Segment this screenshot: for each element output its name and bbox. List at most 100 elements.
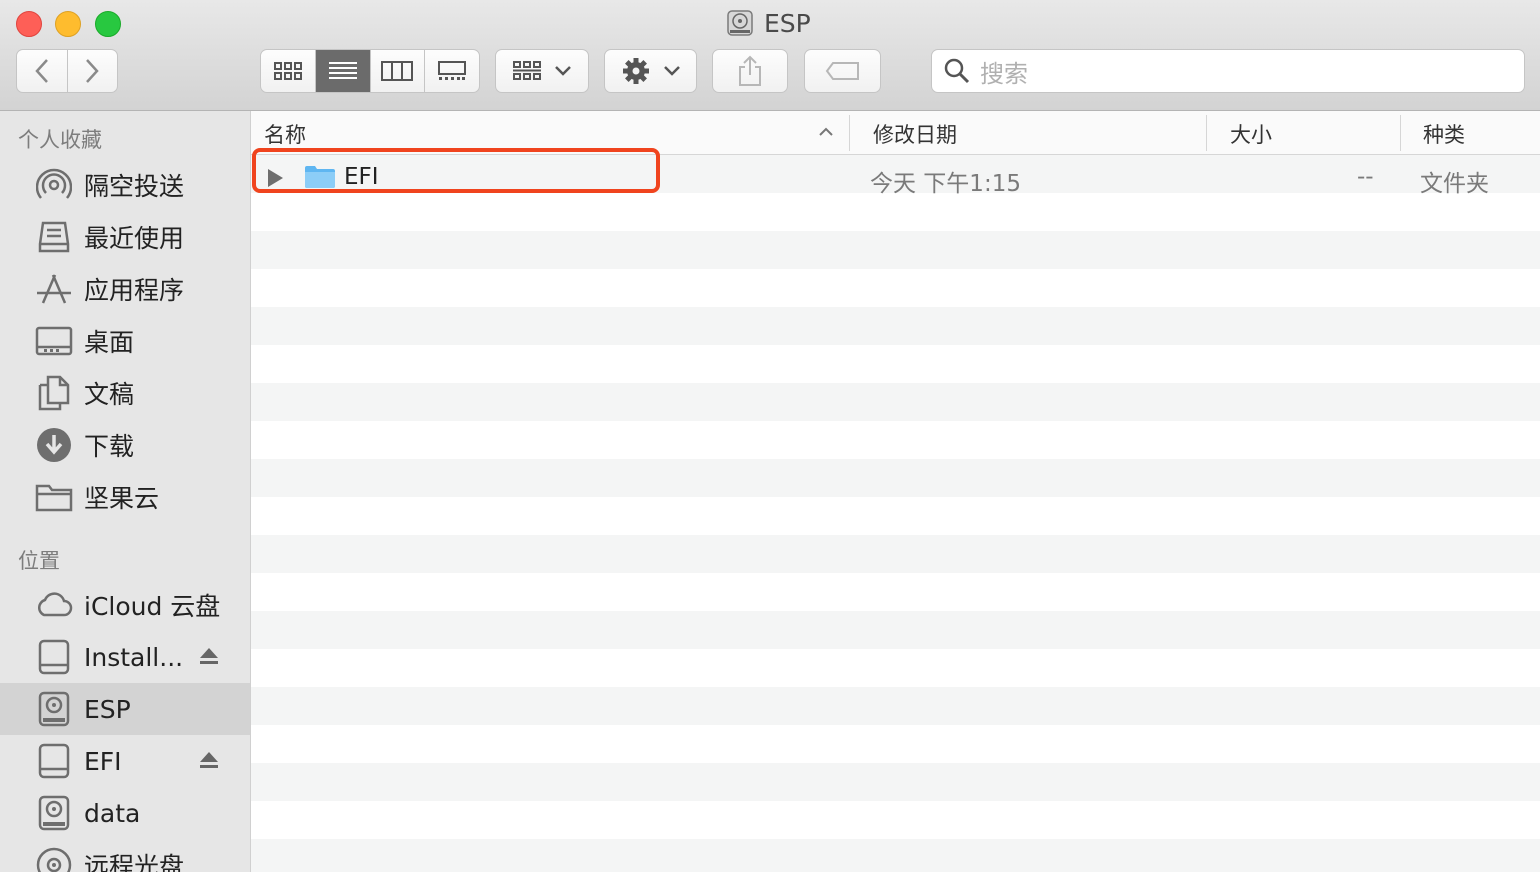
sidebar-item-label: 下载 — [84, 432, 135, 461]
chevron-down-icon — [663, 66, 680, 76]
sidebar-item-label: 坚果云 — [84, 484, 160, 513]
column-header: 名称 修改日期 大小 种类 — [251, 111, 1540, 155]
action-menu-button[interactable] — [604, 49, 697, 93]
gallery-view-button[interactable] — [425, 50, 479, 92]
sidebar-item-remote-disc[interactable]: 远程光盘 — [0, 839, 250, 872]
external-disk-icon — [35, 743, 73, 779]
file-name: EFI — [344, 164, 379, 190]
sidebar-item-efi[interactable]: EFI — [0, 735, 250, 787]
internal-disk-icon — [727, 10, 753, 36]
sidebar-item-label: iCloud 云盘 — [84, 592, 221, 621]
sidebar-item-label: 应用程序 — [84, 276, 185, 305]
column-date-header[interactable]: 修改日期 — [873, 119, 957, 149]
row-stripe — [251, 421, 1540, 459]
sidebar-item-downloads[interactable]: 下载 — [0, 419, 250, 471]
column-divider[interactable] — [849, 115, 850, 151]
list-icon — [328, 62, 357, 79]
sidebar-item-airdrop[interactable]: 隔空投送 — [0, 159, 250, 211]
sidebar-item-esp[interactable]: ESP — [0, 683, 250, 735]
search-field[interactable]: 搜索 — [931, 49, 1525, 93]
column-divider[interactable] — [1206, 115, 1207, 151]
folder-icon — [35, 479, 73, 515]
column-kind-header[interactable]: 种类 — [1423, 119, 1465, 149]
sidebar-item-label: 文稿 — [84, 380, 135, 409]
desktop-icon — [35, 323, 73, 359]
columns-icon — [381, 61, 414, 81]
icon-view-button[interactable] — [261, 50, 316, 92]
view-mode-selector — [260, 49, 480, 93]
chevron-left-icon — [35, 59, 48, 83]
sidebar-item-label: Install... — [84, 642, 184, 672]
sidebar-item-label: ESP — [84, 694, 131, 724]
sidebar-locations-heading: 位置 — [18, 549, 60, 573]
sidebar-item-icloud[interactable]: iCloud 云盘 — [0, 579, 250, 631]
chevron-up-icon[interactable] — [818, 126, 834, 137]
grid-icon — [273, 62, 302, 80]
row-stripe — [251, 839, 1540, 872]
navigation-buttons — [16, 49, 118, 93]
row-stripe — [251, 231, 1540, 269]
recents-icon — [35, 219, 73, 255]
airdrop-icon — [35, 167, 73, 203]
forward-button[interactable] — [68, 50, 118, 92]
row-stripe — [251, 193, 1540, 231]
share-button[interactable] — [712, 49, 788, 93]
row-stripe — [251, 383, 1540, 421]
row-stripe — [251, 535, 1540, 573]
search-placeholder: 搜索 — [980, 59, 1028, 88]
file-date: 今天 下午1:15 — [870, 171, 1021, 197]
chevron-right-icon — [86, 59, 99, 83]
row-stripe — [251, 649, 1540, 687]
sidebar-item-label: 远程光盘 — [84, 852, 185, 872]
sidebar-favorites-heading: 个人收藏 — [18, 128, 102, 152]
grid-icon — [513, 61, 541, 80]
row-stripe — [251, 763, 1540, 801]
column-name-header[interactable]: 名称 — [264, 119, 306, 149]
disclosure-triangle-icon[interactable] — [268, 169, 283, 187]
column-divider[interactable] — [1400, 115, 1401, 151]
sidebar-item-recents[interactable]: 最近使用 — [0, 211, 250, 263]
zoom-button[interactable] — [95, 11, 121, 37]
eject-icon[interactable] — [199, 750, 219, 772]
sidebar-item-install[interactable]: Install... — [0, 631, 250, 683]
list-view-button[interactable] — [315, 50, 371, 92]
row-stripe — [251, 801, 1540, 839]
sidebar-item-applications[interactable]: 应用程序 — [0, 263, 250, 315]
group-by-button[interactable] — [495, 49, 589, 93]
internal-disk-icon — [35, 691, 73, 727]
sidebar-item-data[interactable]: data — [0, 787, 250, 839]
column-size-header[interactable]: 大小 — [1230, 119, 1272, 149]
tag-icon — [825, 62, 859, 80]
table-row[interactable]: EFI 今天 下午1:15 -- 文件夹 — [251, 157, 1540, 197]
row-stripes — [251, 155, 1540, 872]
share-icon — [739, 55, 761, 86]
file-kind: 文件夹 — [1420, 171, 1489, 197]
column-view-button[interactable] — [371, 50, 426, 92]
sidebar: 个人收藏 隔空投送 最近使用 应用程序 桌面 文稿 下载 坚果云 位置 iClo… — [0, 111, 251, 872]
sidebar-item-label: data — [84, 798, 141, 828]
applications-icon — [35, 271, 73, 307]
sidebar-item-documents[interactable]: 文稿 — [0, 367, 250, 419]
tags-button[interactable] — [804, 49, 881, 93]
close-button[interactable] — [16, 11, 42, 37]
row-stripe — [251, 611, 1540, 649]
sidebar-item-label: EFI — [84, 746, 122, 776]
eject-icon[interactable] — [199, 646, 219, 668]
file-size: -- — [1357, 164, 1374, 190]
sidebar-item-desktop[interactable]: 桌面 — [0, 315, 250, 367]
file-list: 名称 修改日期 大小 种类 EFI 今天 下午1:15 -- 文件夹 — [251, 111, 1540, 872]
sidebar-item-jianguoyun[interactable]: 坚果云 — [0, 471, 250, 523]
row-stripe — [251, 573, 1540, 611]
minimize-button[interactable] — [55, 11, 81, 37]
external-disk-icon — [35, 639, 73, 675]
back-button[interactable] — [17, 50, 68, 92]
row-stripe — [251, 497, 1540, 535]
toolbar: ESP 搜索 — [0, 0, 1540, 111]
gallery-icon — [438, 61, 467, 80]
sidebar-item-label: 桌面 — [84, 328, 135, 357]
row-stripe — [251, 307, 1540, 345]
row-stripe — [251, 459, 1540, 497]
row-stripe — [251, 345, 1540, 383]
search-icon — [944, 58, 970, 84]
window-title-text: ESP — [764, 8, 811, 38]
